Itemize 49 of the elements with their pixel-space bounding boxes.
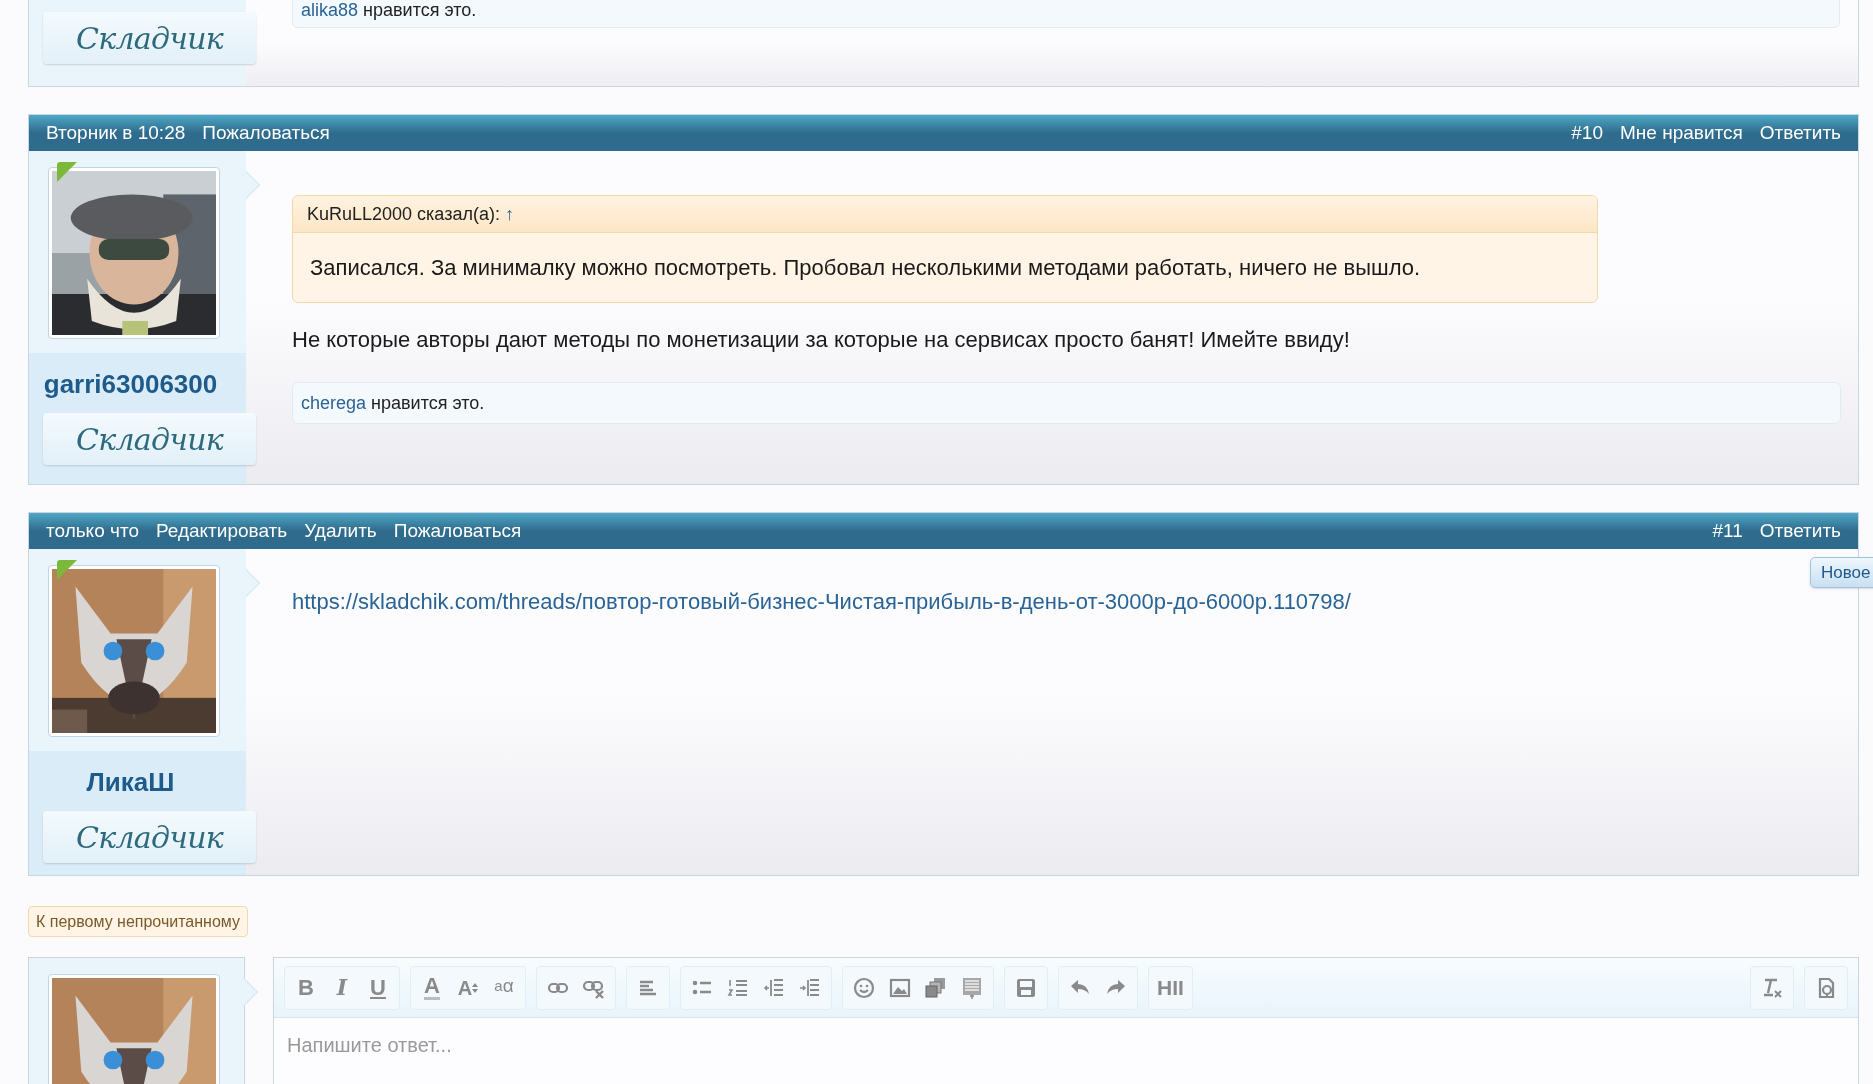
rank-badge: Складчик [43,811,256,863]
post-number-link[interactable]: #11 [1712,516,1743,546]
post-action-link[interactable]: Пожаловаться [393,516,522,546]
media-icon [925,976,947,999]
likes-text: нравится это. [363,0,477,22]
thread-link[interactable]: https://skladchik.com/threads/повтор-готовый-бизнес-Чистая-прибыль-в-день-от-3000р-до-6000р.110798/ [292,585,1841,618]
likes-text: нравится это. [371,391,485,415]
font-size-label: A [457,975,473,1001]
font-size-button[interactable]: A [450,968,486,1007]
username-link[interactable]: ЛикаШ [86,763,189,802]
heading-button[interactable]: HII [1152,968,1189,1007]
post-action-link[interactable]: Пожаловаться [202,118,330,148]
outdent-icon [763,976,785,999]
username-link[interactable]: cherega [301,389,367,417]
font-family-label: a [494,975,503,996]
save-icon [1015,976,1037,999]
bold-button[interactable]: B [288,968,324,1007]
clear-format-icon [1761,976,1783,999]
first-unread-button[interactable]: К первому непрочитанному [28,906,248,937]
quote-text: Записался. За минималку можно посмотреть. Пробовал несколькими методами работать, ничего не вышло. [309,254,1422,282]
rank-badge: Складчик [43,12,256,64]
post-action-link[interactable]: Ответить [1759,516,1841,546]
up-down-icon [472,981,479,994]
username-link[interactable]: garri63006300 [43,365,232,404]
template-icon [961,976,983,999]
post-action-link[interactable]: Удалить [304,516,377,546]
image-icon [889,976,911,999]
post-date-link[interactable]: только что [46,516,139,546]
new-posts-button[interactable]: Новое [1810,557,1873,588]
quote-jump-link[interactable]: ↑ [504,200,514,228]
italic-button[interactable]: I [324,968,360,1007]
rank-badge: Складчик [43,413,256,465]
font-family-label: α [502,974,514,998]
underline-button[interactable]: U [360,968,396,1007]
font-color-label: A [424,975,440,1000]
post-action-link[interactable]: Ответить [1759,118,1841,148]
font-family-button[interactable]: aα [486,968,522,1007]
post-action-link[interactable]: Мне нравится [1620,118,1743,148]
indent-icon [799,976,821,999]
quote-author: KuRuLL2000 сказал(а): [307,202,500,226]
reply-input-field[interactable]: Напишите ответ... [274,1018,1858,1084]
reply-editor[interactable]: B I U A A aα HII Напишите ответ... [273,957,1859,1084]
post-action-link[interactable]: Редактировать [155,516,288,546]
smiley-icon [853,976,875,999]
post-date-link[interactable]: Вторник в 10:28 [46,118,186,148]
post-number-link[interactable]: #10 [1571,118,1603,148]
font-color-button[interactable]: A [414,968,450,1007]
username-link[interactable]: alika88 [301,0,359,24]
post-text: Не которые авторы дают методы по монетизации за которые на сервисах просто банят! Имейте ввиду! [292,326,1351,354]
